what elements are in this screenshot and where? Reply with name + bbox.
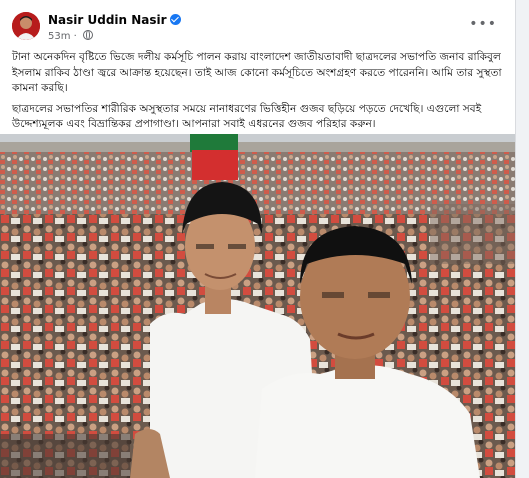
post-photo[interactable]	[0, 134, 515, 478]
more-options-icon[interactable]: •••	[469, 16, 497, 32]
post-meta: 53m ·	[48, 30, 94, 42]
verified-badge-icon	[169, 14, 181, 25]
facebook-post: Nasir Uddin Nasir 53m · ••• টানা অনেকদিন…	[0, 0, 516, 478]
post-paragraph-2: ছাত্রদলের সভাপতির শারীরিক অসুস্থতার সময়…	[12, 102, 482, 131]
post-photo-image	[0, 134, 515, 478]
post-time[interactable]: 53m	[48, 31, 70, 42]
avatar[interactable]	[12, 12, 40, 40]
globe-icon	[83, 30, 94, 40]
author-name[interactable]: Nasir Uddin Nasir	[48, 13, 181, 27]
post-header: Nasir Uddin Nasir 53m · •••	[12, 12, 505, 46]
post-text: টানা অনেকদিন বৃষ্টিতে ভিজে দলীয় কর্মসূচ…	[12, 50, 506, 138]
post-paragraph-1: টানা অনেকদিন বৃষ্টিতে ভিজে দলীয় কর্মসূচ…	[12, 51, 502, 94]
author-name-text[interactable]: Nasir Uddin Nasir	[48, 13, 167, 27]
